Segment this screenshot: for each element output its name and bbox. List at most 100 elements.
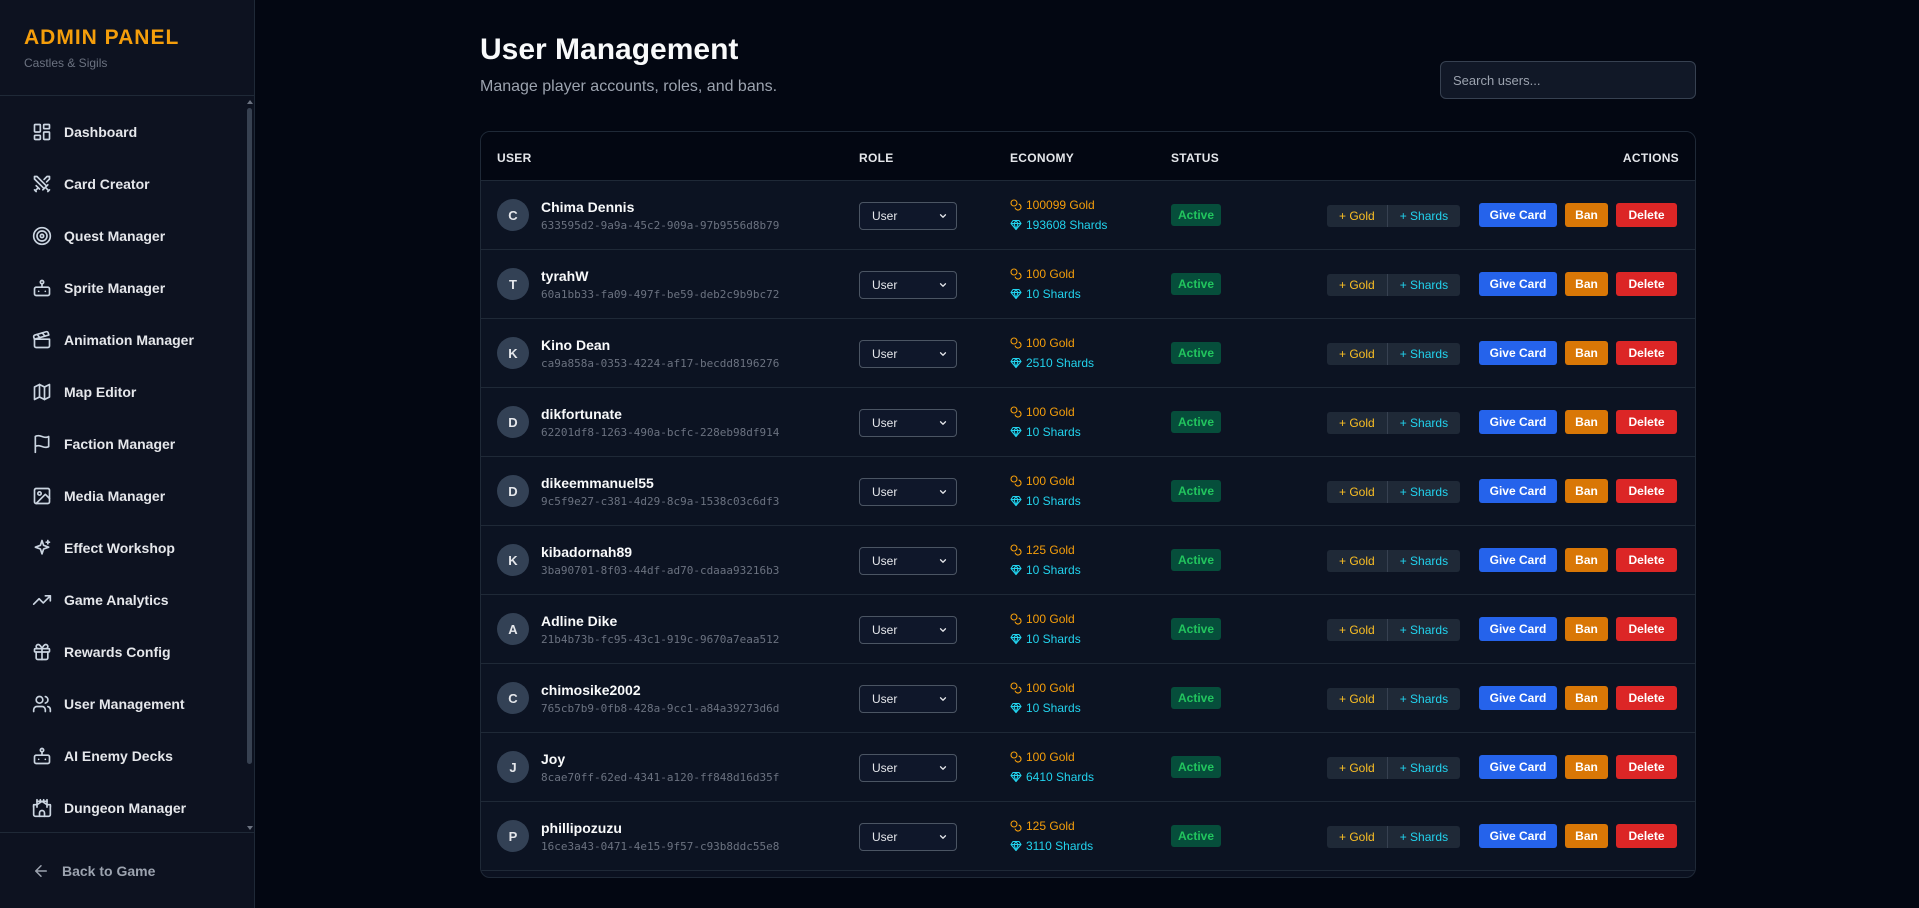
role-select[interactable]: User xyxy=(859,547,957,575)
add-shards-button[interactable]: + Shards xyxy=(1387,343,1461,365)
role-select[interactable]: User xyxy=(859,271,957,299)
role-select[interactable]: User xyxy=(859,685,957,713)
give-card-button[interactable]: Give Card xyxy=(1479,824,1557,848)
shards-balance: 10 Shards xyxy=(1010,425,1081,439)
give-card-button[interactable]: Give Card xyxy=(1479,617,1557,641)
user-id: 8cae70ff-62ed-4341-a120-ff848d16d35f xyxy=(541,771,780,784)
sidebar-item-game-analytics[interactable]: Game Analytics xyxy=(0,574,245,626)
add-shards-button[interactable]: + Shards xyxy=(1387,412,1461,434)
delete-button[interactable]: Delete xyxy=(1616,341,1677,365)
add-shards-button[interactable]: + Shards xyxy=(1387,481,1461,503)
ban-button[interactable]: Ban xyxy=(1565,341,1608,365)
add-gold-button[interactable]: + Gold xyxy=(1327,826,1388,848)
ban-button[interactable]: Ban xyxy=(1565,203,1608,227)
sidebar-item-sprite-manager[interactable]: Sprite Manager xyxy=(0,262,245,314)
delete-button[interactable]: Delete xyxy=(1616,479,1677,503)
add-gold-button[interactable]: + Gold xyxy=(1327,274,1388,296)
shards-value: 6410 Shards xyxy=(1026,770,1095,784)
add-shards-button[interactable]: + Shards xyxy=(1387,205,1461,227)
back-to-game-button[interactable]: Back to Game xyxy=(0,832,255,908)
sidebar-item-faction-manager[interactable]: Faction Manager xyxy=(0,418,245,470)
delete-button[interactable]: Delete xyxy=(1616,548,1677,572)
user-id: 633595d2-9a9a-45c2-909a-97b9556d8b79 xyxy=(541,219,780,232)
add-shards-button[interactable]: + Shards xyxy=(1387,550,1461,572)
give-card-button[interactable]: Give Card xyxy=(1479,341,1557,365)
sidebar-item-dungeon-manager[interactable]: Dungeon Manager xyxy=(0,782,245,832)
delete-button[interactable]: Delete xyxy=(1616,824,1677,848)
add-shards-button[interactable]: + Shards xyxy=(1387,619,1461,641)
ban-button[interactable]: Ban xyxy=(1565,755,1608,779)
add-shards-button[interactable]: + Shards xyxy=(1387,826,1461,848)
sidebar-item-card-creator[interactable]: Card Creator xyxy=(0,158,245,210)
ban-button[interactable]: Ban xyxy=(1565,824,1608,848)
scroll-down-arrow[interactable] xyxy=(247,826,253,830)
sidebar-item-label: Effect Workshop xyxy=(64,540,175,556)
table-body: C Chima Dennis 633595d2-9a9a-45c2-909a-97b… xyxy=(481,181,1695,871)
status-badge: Active xyxy=(1171,342,1222,364)
scroll-up-arrow[interactable] xyxy=(247,100,253,104)
add-shards-button[interactable]: + Shards xyxy=(1387,688,1461,710)
economy-button-group: + Gold + Shards xyxy=(1327,757,1461,779)
gold-balance: 100 Gold xyxy=(1010,474,1075,488)
sidebar-item-quest-manager[interactable]: Quest Manager xyxy=(0,210,245,262)
column-header-status: STATUS xyxy=(1171,151,1220,165)
scrollbar-thumb[interactable] xyxy=(247,108,252,764)
add-gold-button[interactable]: + Gold xyxy=(1327,205,1388,227)
add-shards-button[interactable]: + Shards xyxy=(1387,757,1461,779)
avatar: K xyxy=(497,544,529,576)
delete-button[interactable]: Delete xyxy=(1616,617,1677,641)
give-card-button[interactable]: Give Card xyxy=(1479,479,1557,503)
give-card-button[interactable]: Give Card xyxy=(1479,203,1557,227)
add-gold-button[interactable]: + Gold xyxy=(1327,412,1388,434)
ban-button[interactable]: Ban xyxy=(1565,272,1608,296)
sidebar-item-user-management[interactable]: User Management xyxy=(0,678,245,730)
role-select[interactable]: User xyxy=(859,202,957,230)
user-id: 3ba90701-8f03-44df-ad70-cdaaa93216b3 xyxy=(541,564,780,577)
add-gold-button[interactable]: + Gold xyxy=(1327,619,1388,641)
role-value: User xyxy=(872,554,898,568)
ban-button[interactable]: Ban xyxy=(1565,410,1608,434)
sidebar-item-label: Rewards Config xyxy=(64,644,171,660)
role-value: User xyxy=(872,209,898,223)
delete-button[interactable]: Delete xyxy=(1616,686,1677,710)
give-card-button[interactable]: Give Card xyxy=(1479,272,1557,296)
delete-button[interactable]: Delete xyxy=(1616,272,1677,296)
sidebar-item-ai-enemy-decks[interactable]: AI Enemy Decks xyxy=(0,730,245,782)
sidebar-scrollbar[interactable] xyxy=(247,100,253,832)
role-select[interactable]: User xyxy=(859,616,957,644)
role-select[interactable]: User xyxy=(859,823,957,851)
sidebar-item-rewards-config[interactable]: Rewards Config xyxy=(0,626,245,678)
role-select[interactable]: User xyxy=(859,754,957,782)
sidebar-item-media-manager[interactable]: Media Manager xyxy=(0,470,245,522)
sidebar-item-map-editor[interactable]: Map Editor xyxy=(0,366,245,418)
add-gold-button[interactable]: + Gold xyxy=(1327,481,1388,503)
sidebar-item-dashboard[interactable]: Dashboard xyxy=(0,106,245,158)
ban-button[interactable]: Ban xyxy=(1565,548,1608,572)
add-gold-button[interactable]: + Gold xyxy=(1327,550,1388,572)
delete-button[interactable]: Delete xyxy=(1616,203,1677,227)
role-select[interactable]: User xyxy=(859,409,957,437)
delete-button[interactable]: Delete xyxy=(1616,410,1677,434)
give-card-button[interactable]: Give Card xyxy=(1479,755,1557,779)
trending-up-icon xyxy=(32,595,52,605)
give-card-button[interactable]: Give Card xyxy=(1479,548,1557,572)
gold-balance: 100 Gold xyxy=(1010,405,1075,419)
delete-button[interactable]: Delete xyxy=(1616,755,1677,779)
search-input[interactable] xyxy=(1440,61,1696,99)
role-select[interactable]: User xyxy=(859,478,957,506)
add-gold-button[interactable]: + Gold xyxy=(1327,757,1388,779)
sidebar-item-effect-workshop[interactable]: Effect Workshop xyxy=(0,522,245,574)
role-select[interactable]: User xyxy=(859,340,957,368)
shards-value: 10 Shards xyxy=(1026,701,1081,715)
give-card-button[interactable]: Give Card xyxy=(1479,410,1557,434)
add-shards-button[interactable]: + Shards xyxy=(1387,274,1461,296)
add-gold-button[interactable]: + Gold xyxy=(1327,343,1388,365)
give-card-button[interactable]: Give Card xyxy=(1479,686,1557,710)
ban-button[interactable]: Ban xyxy=(1565,617,1608,641)
ban-button[interactable]: Ban xyxy=(1565,686,1608,710)
sidebar-item-animation-manager[interactable]: Animation Manager xyxy=(0,314,245,366)
page-subtitle: Manage player accounts, roles, and bans. xyxy=(480,78,778,95)
add-gold-button[interactable]: + Gold xyxy=(1327,688,1388,710)
ban-button[interactable]: Ban xyxy=(1565,479,1608,503)
gold-balance: 100 Gold xyxy=(1010,681,1075,695)
